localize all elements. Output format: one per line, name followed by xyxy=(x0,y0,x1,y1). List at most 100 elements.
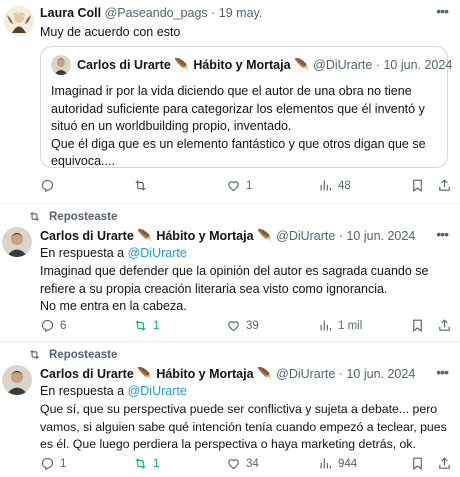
views-icon xyxy=(320,458,332,469)
post-carlos-1[interactable]: Reposteaste Carlos di Urarte 🪶 Hábito y … xyxy=(0,204,460,341)
avatar-carlos-quote[interactable] xyxy=(51,55,71,75)
feather-emoji: 🪶 xyxy=(137,367,153,381)
avatar-laura[interactable] xyxy=(4,6,34,36)
share-button[interactable] xyxy=(437,178,452,193)
like-button[interactable]: 1 xyxy=(226,178,252,193)
post-text: Que sí, que su perspectiva puede ser con… xyxy=(40,401,458,454)
repost-button[interactable]: 1 xyxy=(133,318,159,333)
reply-context: En respuesta a @DiUrarte xyxy=(40,383,187,401)
post-date[interactable]: · 10 jun. 2024 xyxy=(339,229,415,243)
views-count: 944 xyxy=(338,457,358,470)
bookmark-icon xyxy=(413,179,422,192)
reply-icon xyxy=(41,179,54,192)
bookmark-icon xyxy=(413,457,422,470)
like-icon xyxy=(228,181,239,192)
text-line: situó en un worldbuilding propio, invent… xyxy=(51,119,292,133)
repost-count: 1 xyxy=(153,319,160,332)
reply-to-link[interactable]: @DiUrarte xyxy=(128,384,187,398)
text-line: Que sí, que su perspectiva puede ser con… xyxy=(40,402,438,416)
author-suffix: Hábito y Mortaja xyxy=(156,367,254,381)
feather-emoji: 🪶 xyxy=(257,367,273,381)
quote-handle: @DiUrarte xyxy=(313,58,373,72)
author-handle[interactable]: @Paseando_pags xyxy=(105,6,208,20)
author-name[interactable]: Laura Coll xyxy=(40,6,101,20)
quote-date: · 10 jun. 2024 xyxy=(375,58,453,72)
quote-author-suffix: Hábito y Mortaja xyxy=(193,58,291,72)
views-icon xyxy=(320,180,332,191)
share-icon xyxy=(439,179,450,191)
text-line: es él. Que luego perdiera la perspectiva… xyxy=(40,437,416,451)
quote-header: Carlos di Urarte 🪶 Hábito y Mortaja 🪶 @D… xyxy=(77,57,452,73)
post-text: Muy de acuerdo con esto xyxy=(40,25,181,39)
author-handle[interactable]: @DiUrarte xyxy=(276,367,335,381)
text-line: equivoca.... xyxy=(51,154,115,168)
like-count: 39 xyxy=(246,319,259,332)
reply-count: 1 xyxy=(60,457,67,470)
share-button[interactable] xyxy=(437,456,452,471)
more-icon[interactable]: ••• xyxy=(436,3,449,19)
reply-icon xyxy=(41,319,54,332)
action-bar: 6 1 39 1 mil xyxy=(0,318,460,338)
like-count: 1 xyxy=(246,179,253,192)
views-button[interactable]: 944 xyxy=(318,456,357,471)
avatar-carlos[interactable] xyxy=(2,365,32,395)
share-icon xyxy=(439,319,450,331)
reply-icon xyxy=(41,457,54,470)
action-bar: 1 48 xyxy=(0,178,460,198)
repost-label: Reposteaste xyxy=(49,348,118,361)
text-line: vamos, si alguien sabe qué intención ten… xyxy=(40,419,447,434)
share-icon xyxy=(439,457,450,469)
views-button[interactable]: 48 xyxy=(318,178,351,193)
text-line: Imaginad que defender que la opinión del… xyxy=(40,264,429,278)
more-icon[interactable]: ••• xyxy=(436,364,449,380)
text-line: No me entra en la cabeza. xyxy=(40,299,187,313)
views-count: 1 mil xyxy=(338,319,363,332)
feather-emoji: 🪶 xyxy=(174,58,190,72)
feather-emoji: 🪶 xyxy=(257,229,273,243)
post-laura[interactable]: Laura Coll @Paseando_pags · 19 may. ••• … xyxy=(0,0,460,205)
more-icon[interactable]: ••• xyxy=(436,226,449,242)
repost-button[interactable]: 1 xyxy=(133,456,159,471)
post-header: Carlos di Urarte 🪶 Hábito y Mortaja 🪶 @D… xyxy=(40,228,415,244)
reply-button[interactable]: 6 xyxy=(40,318,66,333)
like-icon xyxy=(228,321,239,332)
author-suffix: Hábito y Mortaja xyxy=(156,229,254,243)
repost-icon xyxy=(30,349,39,360)
like-count: 34 xyxy=(246,457,259,470)
repost-label: Reposteaste xyxy=(49,210,118,223)
text-line: refiere a su propia creación literaria s… xyxy=(40,281,388,296)
repost-indicator: Reposteaste xyxy=(28,210,117,223)
bookmark-button[interactable] xyxy=(410,178,425,193)
post-text: Imaginad que defender que la opinión del… xyxy=(40,263,450,316)
reply-button[interactable] xyxy=(40,178,60,193)
quote-author-name[interactable]: Carlos di Urarte xyxy=(77,58,171,72)
action-bar: 1 1 34 944 xyxy=(0,456,460,476)
views-icon xyxy=(320,320,332,331)
repost-icon xyxy=(135,458,146,469)
like-button[interactable]: 39 xyxy=(226,318,259,333)
quote-text: Imaginad ir por la vida diciendo que el … xyxy=(51,83,443,171)
post-date[interactable]: · 19 may. xyxy=(211,6,262,20)
share-button[interactable] xyxy=(437,318,452,333)
reply-to-link[interactable]: @DiUrarte xyxy=(128,246,187,260)
post-carlos-2[interactable]: Reposteaste Carlos di Urarte 🪶 Hábito y … xyxy=(0,342,460,477)
repost-button[interactable] xyxy=(133,178,153,193)
views-button[interactable]: 1 mil xyxy=(318,318,362,333)
quoted-post[interactable]: Carlos di Urarte 🪶 Hábito y Mortaja 🪶 @D… xyxy=(40,46,452,171)
feather-emoji: 🪶 xyxy=(137,229,153,243)
repost-icon xyxy=(135,180,146,191)
author-handle[interactable]: @DiUrarte xyxy=(276,229,335,243)
reply-context: En respuesta a @DiUrarte xyxy=(40,245,187,263)
bookmark-button[interactable] xyxy=(410,456,425,471)
author-name[interactable]: Carlos di Urarte xyxy=(40,367,134,381)
reply-button[interactable]: 1 xyxy=(40,456,66,471)
reply-prefix: En respuesta a xyxy=(40,384,125,398)
like-button[interactable]: 34 xyxy=(226,456,259,471)
author-name[interactable]: Carlos di Urarte xyxy=(40,229,134,243)
post-header: Laura Coll @Paseando_pags · 19 may. xyxy=(40,5,262,21)
repost-indicator: Reposteaste xyxy=(28,348,117,361)
avatar-carlos[interactable] xyxy=(2,227,32,257)
bookmark-button[interactable] xyxy=(410,318,425,333)
post-date[interactable]: · 10 jun. 2024 xyxy=(339,367,415,381)
text-line: autoridad suficiente para categorizar lo… xyxy=(51,101,425,116)
